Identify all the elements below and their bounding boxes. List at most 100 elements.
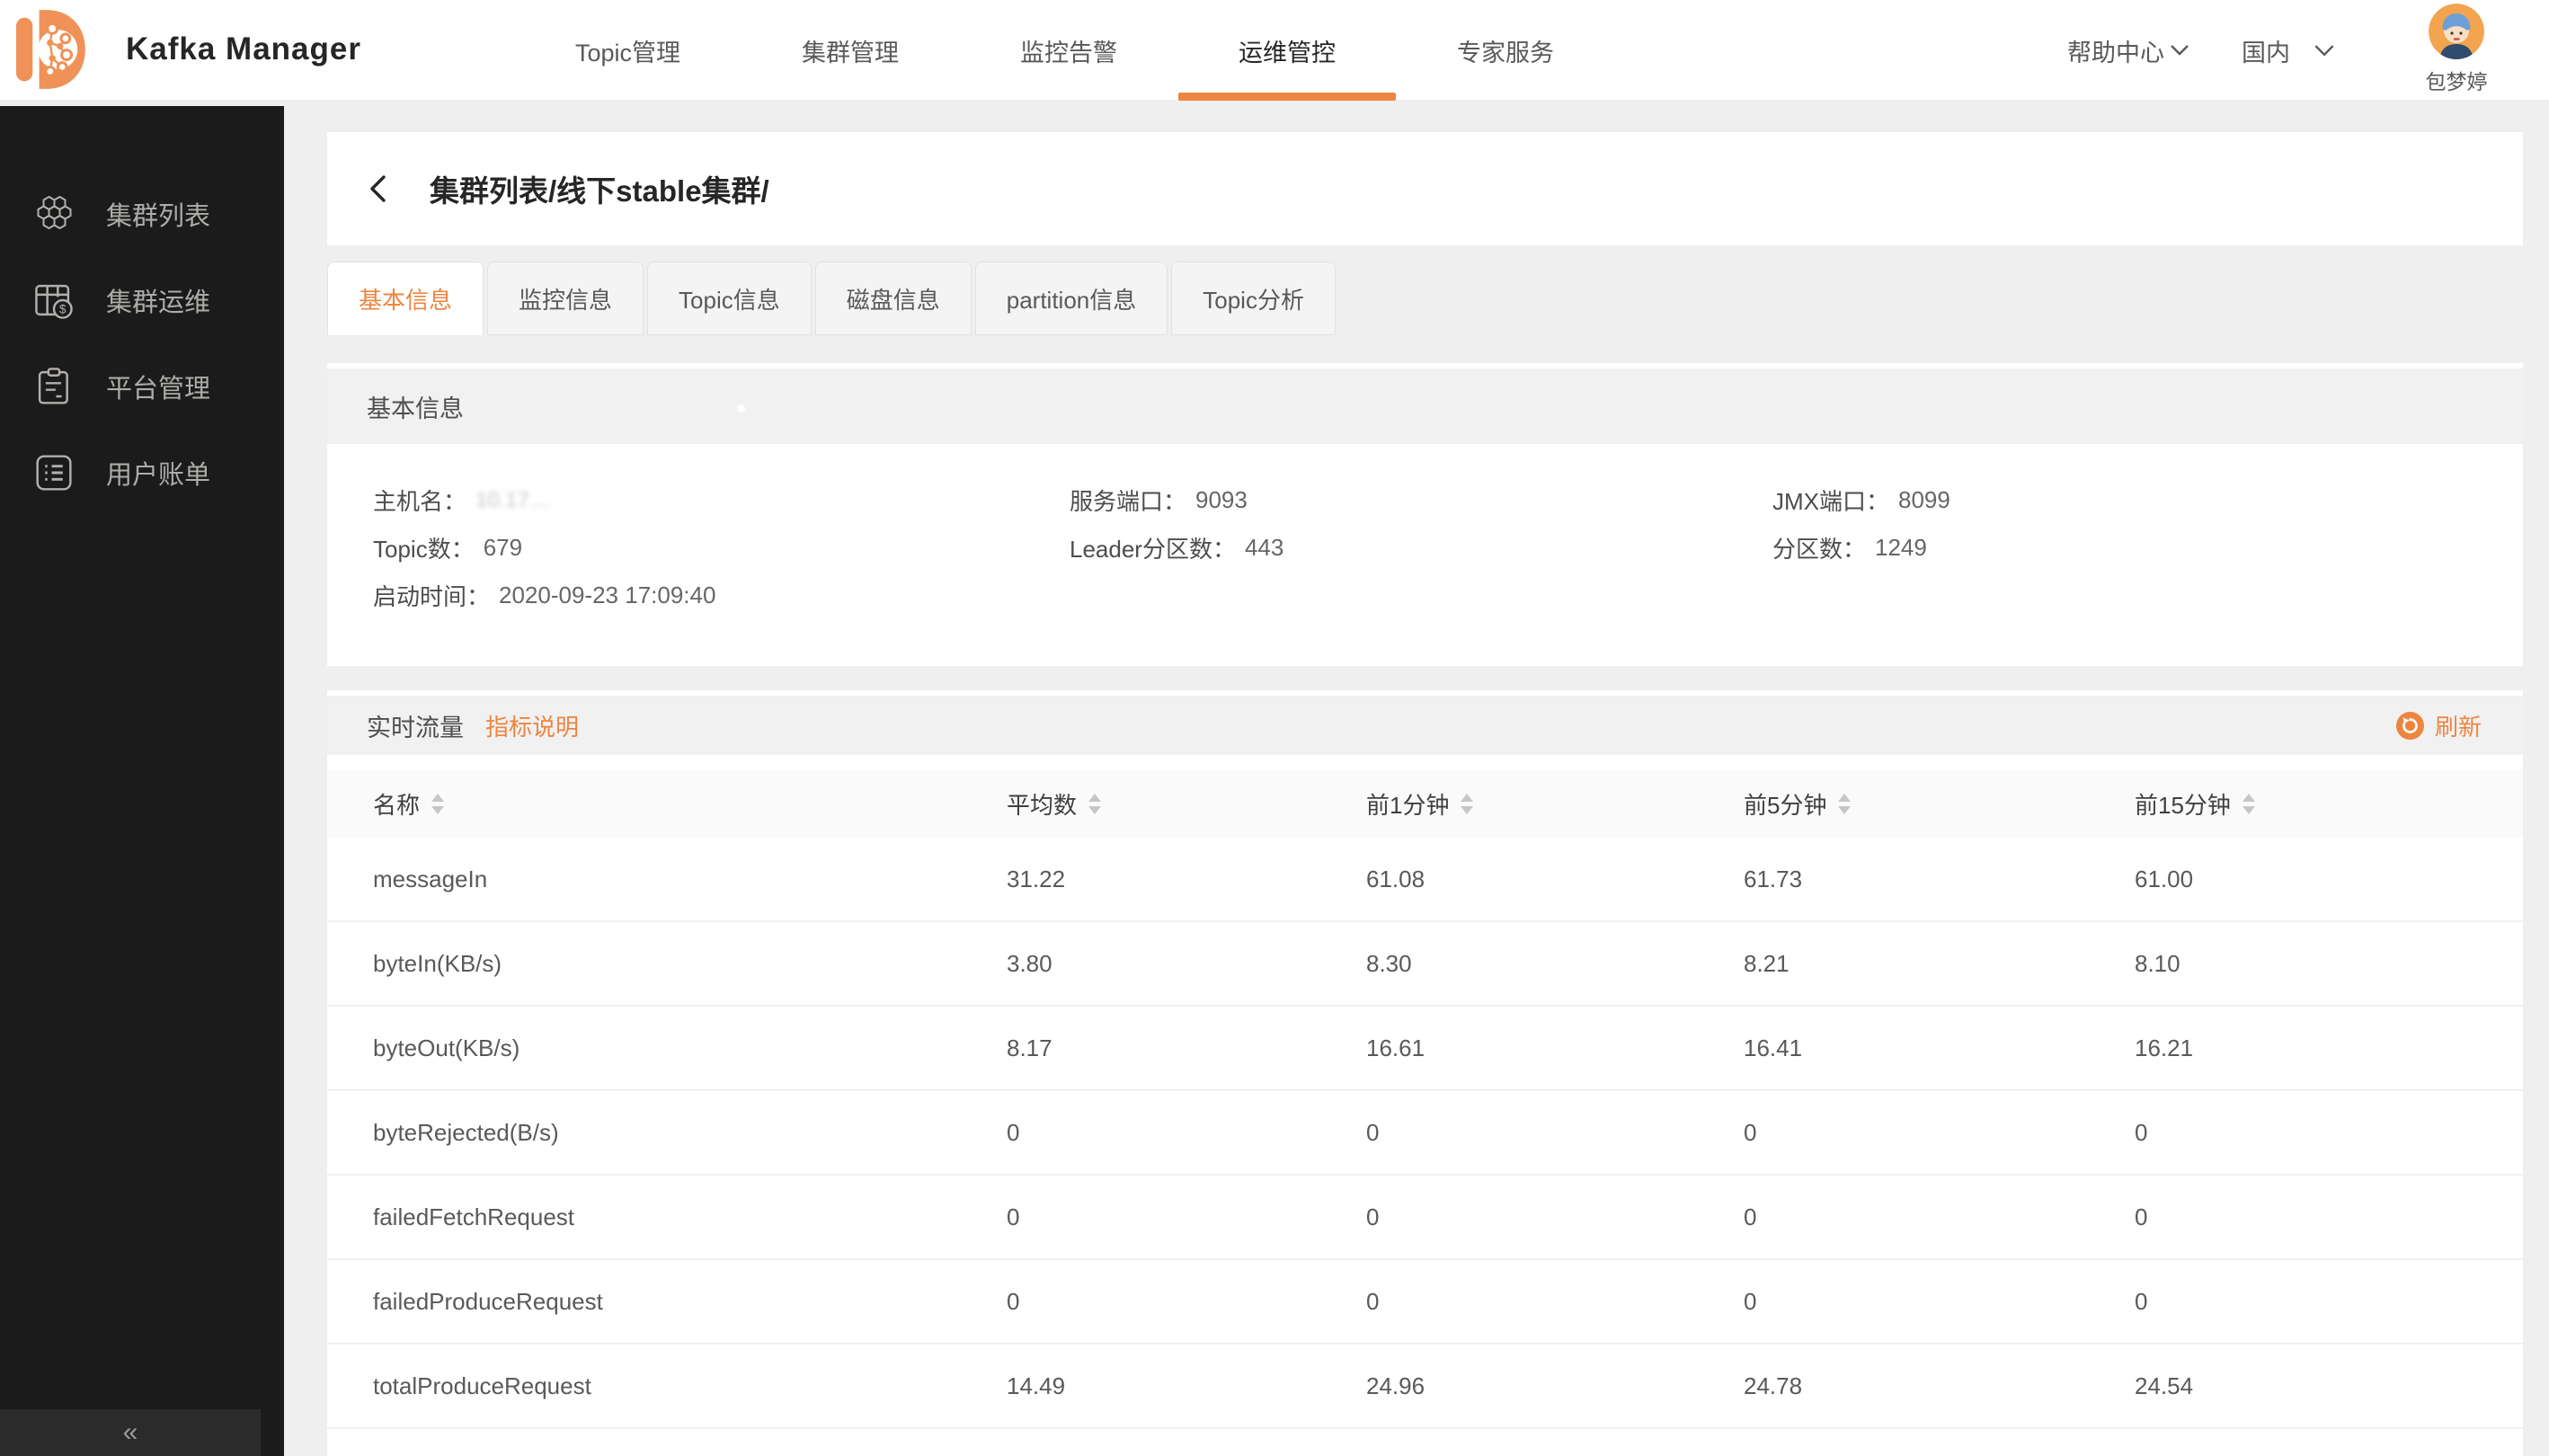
realtime-flow-card: 实时流量 指标说明 刷新 名称 平均数前1分钟 前5分钟 前15分钟 messageI… (327, 690, 2523, 1456)
nav-tab-3[interactable]: 运维管控 (1239, 0, 1336, 101)
metric-value: 61.08 (1366, 866, 1744, 893)
column-label: 名称 (373, 787, 420, 821)
nav-tab-0[interactable]: Topic管理 (575, 0, 680, 101)
metric-explain-link[interactable]: 指标说明 (485, 709, 579, 742)
metric-value: 0 (2135, 1288, 2523, 1316)
sidebar-item-user-bills[interactable]: 用户账单 (0, 430, 284, 516)
bill-list-icon (34, 453, 74, 493)
ops-table-coin-icon: $ (34, 280, 74, 320)
realtime-metrics-table: 名称 平均数前1分钟 前5分钟 前15分钟 messageIn31.2261.0861… (327, 769, 2523, 1456)
brand-logo[interactable]: Kafka Manager (16, 9, 361, 90)
sidebar-item-cluster-ops[interactable]: $ 集群运维 (0, 257, 284, 343)
sort-carets-icon[interactable] (1088, 794, 1101, 814)
column-header-3[interactable]: 前5分钟 (1744, 787, 2135, 821)
sidebar-menu: 集群列表 $ 集群运维 平台管理 用户账单 (0, 106, 284, 516)
metric-value: 8.30 (1366, 950, 1744, 978)
help-center-label: 帮助中心 (2067, 33, 2164, 68)
metric-value: 31.22 (1007, 866, 1366, 893)
field-hostname: 主机名： 10.17… (373, 476, 1070, 524)
nav-tab-2[interactable]: 监控告警 (1020, 0, 1117, 101)
metric-name: failedFetchRequest (373, 1203, 1007, 1231)
table-row-byteIn(KB/s): byteIn(KB/s)3.808.308.218.10 (327, 922, 2523, 1007)
region-label: 国内 (2242, 33, 2290, 68)
metric-name: byteRejected(B/s) (373, 1119, 1007, 1147)
table-row-messageIn: messageIn31.2261.0861.7361.00 (327, 838, 2523, 922)
table-body: messageIn31.2261.0861.7361.00byteIn(KB/s… (327, 838, 2523, 1456)
table-header-row: 名称 平均数前1分钟 前5分钟 前15分钟 (327, 769, 2523, 838)
metric-name: byteIn(KB/s) (373, 950, 1007, 978)
realtime-section-header: 实时流量 指标说明 刷新 (327, 696, 2523, 755)
refresh-button[interactable]: 刷新 (2396, 709, 2482, 742)
field-topic-count: Topic数： 679 (373, 524, 1070, 572)
sort-carets-icon[interactable] (2243, 794, 2255, 814)
sidebar: 集群列表 $ 集群运维 平台管理 用户账单 (0, 106, 284, 1456)
field-partition-count: 分区数： 1249 (1772, 524, 2523, 572)
help-center-menu[interactable]: 帮助中心 (2067, 0, 2189, 101)
metric-name: failedProduceRequest (373, 1288, 1007, 1316)
back-button[interactable] (369, 173, 404, 204)
table-row-totalFetchRequest: totalFetchRequest13308.8021399.0521401.6… (327, 1429, 2523, 1456)
metric-value: 0 (1744, 1203, 2135, 1231)
sidebar-collapse-button[interactable]: « (0, 1409, 261, 1456)
main-nav: Topic管理 集群管理 监控告警 运维管控 专家服务 (575, 0, 1675, 101)
column-header-2[interactable]: 前1分钟 (1366, 787, 1744, 821)
tab-5[interactable]: Topic分析 (1171, 262, 1336, 335)
metric-value: 24.78 (1744, 1372, 2135, 1400)
metric-value: 16.41 (1744, 1034, 2135, 1062)
column-label: 前5分钟 (1744, 787, 1826, 821)
sort-carets-icon[interactable] (1838, 794, 1851, 814)
column-header-4[interactable]: 前15分钟 (2135, 787, 2523, 821)
metric-value: 0 (1366, 1119, 1744, 1147)
basic-info-fields: 主机名： 10.17… Topic数： 679 启动时间： 2020-09-23… (327, 444, 2523, 666)
tab-2[interactable]: Topic信息 (647, 262, 812, 335)
field-leader-partitions: Leader分区数： 443 (1070, 524, 1772, 572)
table-row-totalProduceRequest: totalProduceRequest14.4924.9624.7824.54 (327, 1345, 2523, 1429)
user-name: 包梦婷 (2426, 65, 2488, 95)
nav-tab-1[interactable]: 集群管理 (802, 0, 899, 101)
sidebar-item-platform-mgmt[interactable]: 平台管理 (0, 343, 284, 430)
chevron-down-icon (2314, 44, 2335, 58)
breadcrumb-card: 集群列表/线下stable集群/ (327, 132, 2523, 245)
metric-value: 0 (1366, 1203, 1744, 1231)
table-row-failedFetchRequest: failedFetchRequest0000 (327, 1176, 2523, 1260)
column-header-0[interactable]: 名称 (373, 787, 1007, 821)
table-row-failedProduceRequest: failedProduceRequest0000 (327, 1260, 2523, 1345)
metric-value: 0 (1366, 1288, 1744, 1316)
detail-tabs: 基本信息监控信息Topic信息磁盘信息partition信息Topic分析 (327, 262, 2523, 335)
cursor-dot-artifact (737, 404, 745, 413)
sidebar-item-label: 用户账单 (106, 454, 210, 492)
column-header-1[interactable]: 平均数 (1007, 787, 1366, 821)
metric-value: 61.73 (1744, 866, 2135, 893)
metric-value: 16.61 (1366, 1034, 1744, 1062)
arrow-left-icon (369, 174, 403, 203)
breadcrumb: 集群列表/线下stable集群/ (430, 167, 769, 210)
section-title: 基本信息 (367, 389, 464, 424)
sidebar-item-cluster-list[interactable]: 集群列表 (0, 171, 284, 257)
top-header: Kafka Manager Topic管理 集群管理 监控告警 运维管控 专家服务 帮助… (0, 0, 2549, 101)
metric-value: 0 (1744, 1119, 2135, 1147)
metric-value: 16.21 (2135, 1034, 2523, 1062)
basic-info-card: 基本信息 主机名： 10.17… Topic数： 679 启动时间： 2020-… (327, 363, 2523, 666)
table-row-byteOut(KB/s): byteOut(KB/s)8.1716.6116.4116.21 (327, 1007, 2523, 1091)
sidebar-item-label: 集群列表 (106, 195, 210, 233)
main-content: 集群列表/线下stable集群/ 基本信息监控信息Topic信息磁盘信息part… (284, 101, 2549, 1456)
sort-carets-icon[interactable] (1461, 794, 1473, 814)
tab-0[interactable]: 基本信息 (327, 262, 484, 335)
user-menu[interactable]: 包梦婷 (2407, 4, 2506, 95)
refresh-label: 刷新 (2435, 709, 2482, 742)
nav-tab-4[interactable]: 专家服务 (1457, 0, 1554, 101)
sidebar-item-label: 平台管理 (106, 368, 210, 405)
metric-value: 24.96 (1366, 1372, 1744, 1400)
collapse-chevrons: « (123, 1417, 138, 1448)
tab-4[interactable]: partition信息 (975, 262, 1168, 335)
avatar (2429, 4, 2484, 59)
column-label: 前1分钟 (1366, 787, 1449, 821)
metric-value: 0 (1744, 1288, 2135, 1316)
region-select[interactable]: 国内 (2242, 0, 2335, 101)
metric-value: 24.54 (2135, 1372, 2523, 1400)
sort-carets-icon[interactable] (431, 794, 444, 814)
metric-value: 0 (2135, 1119, 2523, 1147)
tab-1[interactable]: 监控信息 (487, 262, 644, 335)
tab-3[interactable]: 磁盘信息 (815, 262, 972, 335)
table-row-byteRejected(B/s): byteRejected(B/s)0000 (327, 1091, 2523, 1176)
